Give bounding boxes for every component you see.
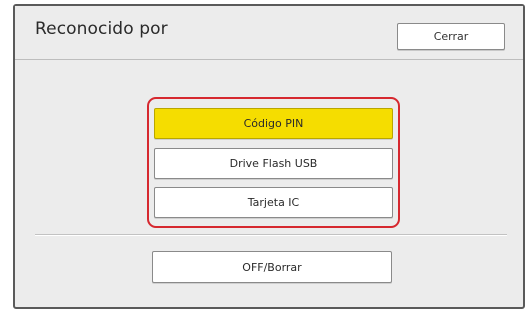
dialog-panel: Reconocido por Cerrar Código PIN Drive F… (13, 4, 525, 309)
option-ic-card-button[interactable]: Tarjeta IC (154, 187, 393, 218)
divider-highlight (35, 235, 507, 236)
option-pin-code-button[interactable]: Código PIN (154, 108, 393, 139)
dialog-title: Reconocido por (35, 19, 168, 39)
recognition-options-group: Código PIN Drive Flash USB Tarjeta IC (147, 97, 400, 228)
off-clear-button[interactable]: OFF/Borrar (152, 251, 392, 283)
close-button[interactable]: Cerrar (397, 23, 505, 50)
dialog-header: Reconocido por Cerrar (15, 6, 523, 60)
option-usb-flash-drive-button[interactable]: Drive Flash USB (154, 148, 393, 179)
screen: Reconocido por Cerrar Código PIN Drive F… (0, 0, 527, 314)
